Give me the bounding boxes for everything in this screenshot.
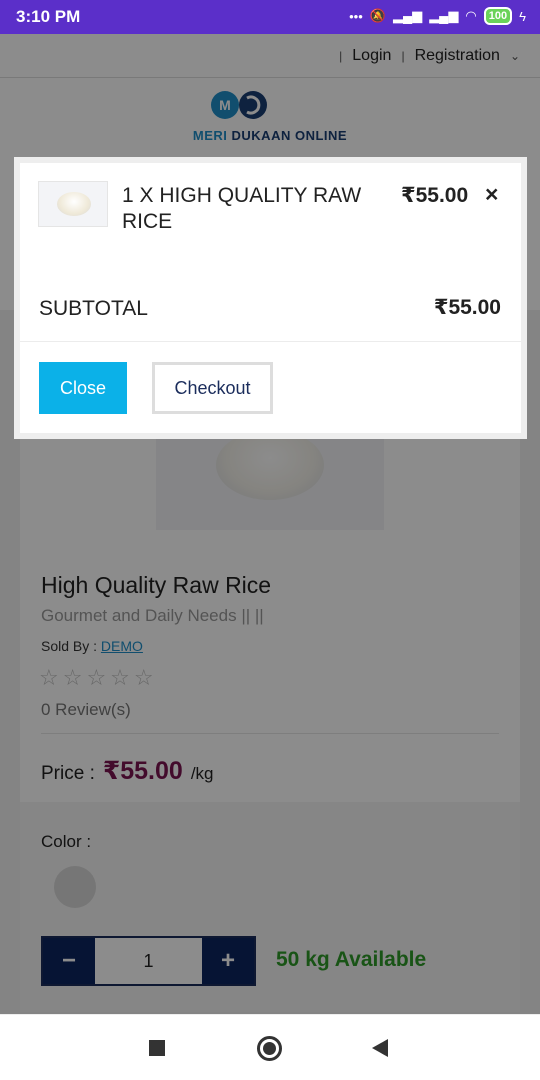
signal-icon-2: ▂▄▆ [429,8,459,23]
mute-icon: 🔕 [369,8,386,23]
subtotal-value: ₹55.00 [433,296,501,319]
notification-dots-icon: ••• [349,8,363,24]
cart-item-price: ₹55.00 [401,184,469,207]
recent-apps-icon[interactable] [149,1040,165,1056]
back-icon[interactable] [372,1039,388,1057]
status-icons: ••• 🔕 ▂▄▆ ▂▄▆ ◠ 100 ϟ [349,7,526,25]
system-nav-bar [0,1014,540,1080]
cart-modal: 1 X HIGH QUALITY RAW RICE ₹55.00 × SUBTO… [14,157,527,439]
cart-item-thumbnail [38,181,108,227]
remove-item-icon[interactable]: × [485,181,498,208]
modal-divider [20,341,521,342]
signal-icon: ▂▄▆ [392,8,423,23]
charging-icon: ϟ [519,8,526,24]
battery-icon: 100 [483,7,513,25]
close-button[interactable]: Close [39,362,127,414]
home-icon[interactable] [257,1036,282,1061]
status-bar: 3:10 PM ••• 🔕 ▂▄▆ ▂▄▆ ◠ 100 ϟ [0,0,540,34]
checkout-button[interactable]: Checkout [152,362,273,414]
status-time: 3:10 PM [16,7,81,26]
rice-thumbnail-image [57,192,91,216]
subtotal-label: SUBTOTAL [39,297,148,320]
cart-item-name: 1 X HIGH QUALITY RAW RICE [122,184,362,233]
wifi-icon: ◠ [465,8,477,23]
